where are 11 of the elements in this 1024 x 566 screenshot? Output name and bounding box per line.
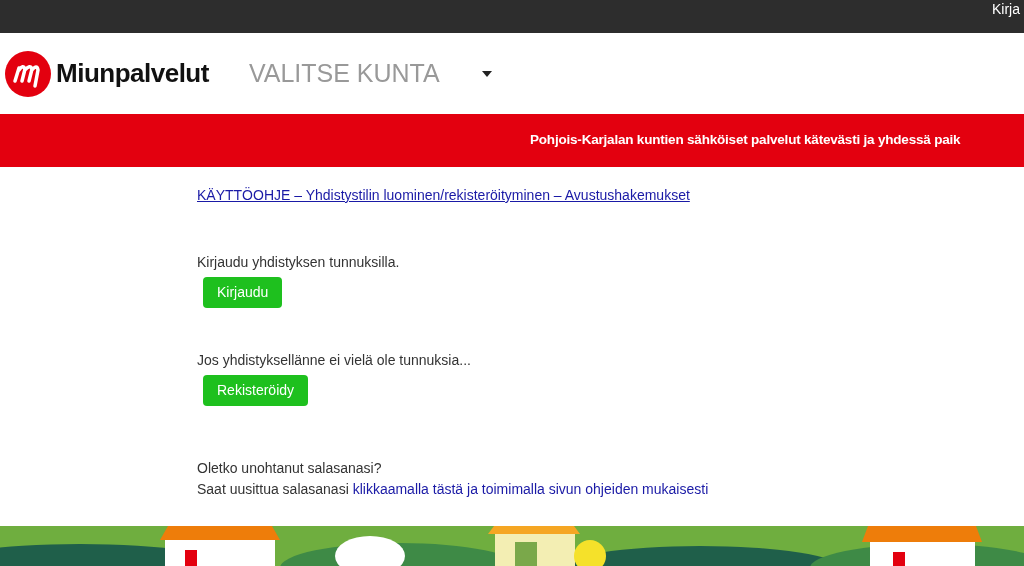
password-question: Oletko unohtanut salasanasi? (197, 459, 382, 478)
logo-text: Miunpalvelut (56, 57, 209, 90)
login-link[interactable]: Kirja (992, 0, 1020, 20)
guide-link[interactable]: KÄYTTÖOHJE – Yhdistystilin luominen/rekisteröityminen – Avustushakemukset (197, 187, 690, 203)
password-reset-link[interactable]: klikkaamalla tästä ja toimimalla sivun ohjeiden mukaisesti (352, 481, 709, 497)
banner-text: Pohjois-Karjalan kuntien sähköiset palvelut kätevästi ja yhdessä paik (530, 131, 961, 150)
password-help-text: Saat uusittua salasanasi klikkaamalla tästä ja toimimalla sivun ohjeiden mukaisesti (197, 480, 709, 499)
caret-icon[interactable] (481, 70, 492, 77)
logo-icon (4, 49, 52, 98)
instruction-text: Jos yhdistyksellänne ei vielä ole tunnuksia... (197, 351, 471, 370)
instruction-text: Kirjaudu yhdistyksen tunnuksilla. (197, 253, 400, 272)
